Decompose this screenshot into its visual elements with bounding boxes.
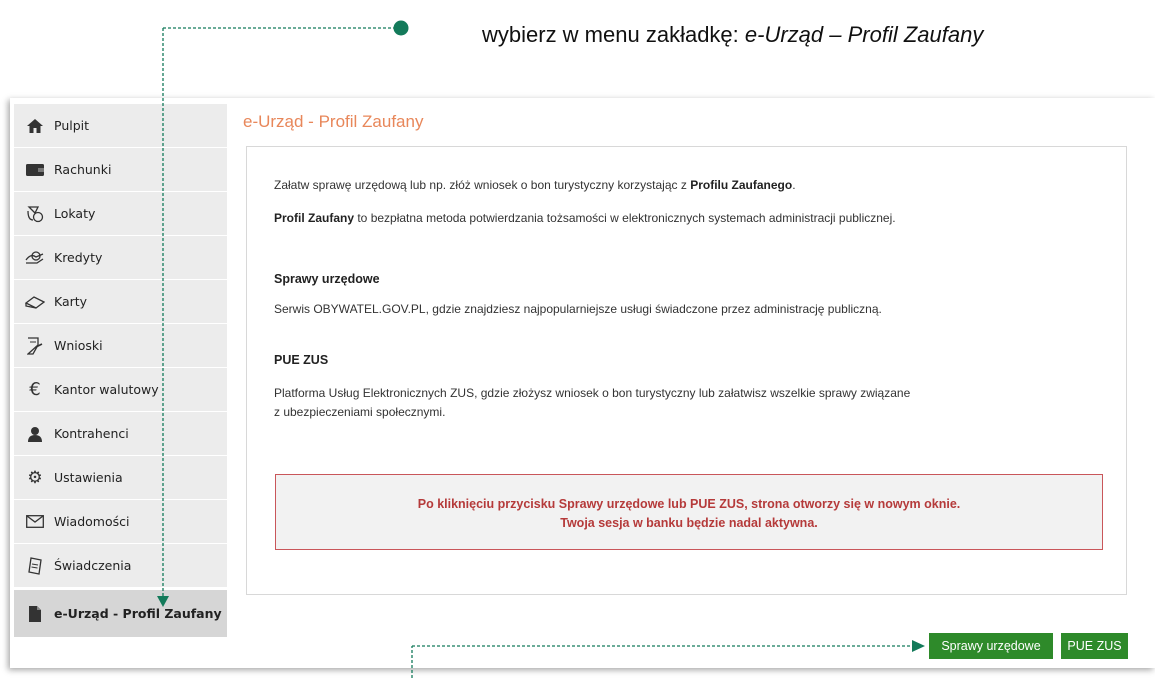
intro-2-text: to bezpłatna metoda potwierdzania tożsam… xyxy=(354,211,896,225)
sidebar-item-ustawienia[interactable]: ⚙ Ustawienia xyxy=(14,456,227,500)
sidebar-item-label: Wiadomości xyxy=(54,514,130,529)
sidebar-item-pulpit[interactable]: Pulpit xyxy=(14,104,227,148)
alert-line-1: Po kliknięciu przycisku Sprawy urzędowe … xyxy=(417,497,961,511)
envelope-icon xyxy=(24,514,46,530)
cards-icon xyxy=(24,294,46,310)
intro-1-text: Załatw sprawę urzędową lub np. złóż wnio… xyxy=(274,178,691,192)
home-icon xyxy=(24,118,46,134)
document-icon xyxy=(24,605,46,622)
instruction-prefix: wybierz w menu zakładkę: xyxy=(482,22,745,47)
section-text-pue-line1: Platforma Usług Elektronicznych ZUS, gdz… xyxy=(274,386,911,400)
intro-paragraph-1: Załatw sprawę urzędową lub np. złóż wnio… xyxy=(274,178,796,192)
pue-zus-button[interactable]: PUE ZUS xyxy=(1061,633,1128,659)
sidebar-item-lokaty[interactable]: Lokaty xyxy=(14,192,227,236)
sidebar-item-e-urzad[interactable]: e-Urząd - Profil Zaufany xyxy=(14,590,227,638)
info-alert: Po kliknięciu przycisku Sprawy urzędowe … xyxy=(275,474,1103,550)
intro-1-bold: Profilu Zaufanego xyxy=(690,178,793,192)
sidebar-item-label: Kredyty xyxy=(54,250,103,265)
section-text-sprawy: Serwis OBYWATEL.GOV.PL, gdzie znajdziesz… xyxy=(274,302,882,316)
sidebar-item-kontrahenci[interactable]: Kontrahenci xyxy=(14,412,227,456)
sidebar-item-label: Wnioski xyxy=(54,338,103,353)
instruction-text: wybierz w menu zakładkę: e-Urząd – Profi… xyxy=(482,22,983,48)
sidebar-item-label: e-Urząd - Profil Zaufany xyxy=(54,606,222,621)
sidebar-item-swiadczenia[interactable]: Świadczenia xyxy=(14,544,227,588)
alert-line-2: Twoja sesja w banku będzie nadal aktywna… xyxy=(560,516,818,530)
sidebar-item-label: Świadczenia xyxy=(54,558,132,573)
sidebar-item-kredyty[interactable]: Kredyty xyxy=(14,236,227,280)
sidebar-item-wnioski[interactable]: Wnioski xyxy=(14,324,227,368)
wallet-icon xyxy=(24,162,46,178)
page-title: e-Urząd - Profil Zaufany xyxy=(243,112,424,131)
gear-icon: ⚙ xyxy=(27,467,43,488)
euro-icon: € xyxy=(29,379,41,400)
sidebar-item-label: Kantor walutowy xyxy=(54,382,159,397)
deposit-icon xyxy=(24,205,46,222)
intro-2-bold: Profil Zaufany xyxy=(274,211,355,225)
sidebar-item-label: Kontrahenci xyxy=(54,426,129,441)
sidebar-item-rachunki[interactable]: Rachunki xyxy=(14,148,227,192)
section-text-pue-line2: z ubezpieczeniami społecznymi. xyxy=(274,405,446,419)
sidebar-item-label: Ustawienia xyxy=(54,470,123,485)
sidebar-item-label: Rachunki xyxy=(54,162,112,177)
intro-1-end: . xyxy=(792,178,796,192)
sidebar-item-kantor[interactable]: € Kantor walutowy xyxy=(14,368,227,412)
contacts-icon xyxy=(24,426,46,442)
section-heading-pue: PUE ZUS xyxy=(274,353,329,367)
intro-paragraph-2: Profil Zaufany to bezpłatna metoda potwi… xyxy=(274,211,896,225)
sidebar-item-label: Lokaty xyxy=(54,206,96,221)
content-panel: Załatw sprawę urzędową lub np. złóż wnio… xyxy=(246,146,1127,595)
benefits-icon xyxy=(24,556,46,575)
annotation-dot xyxy=(393,20,409,36)
sidebar-menu: Pulpit Rachunki Lokaty Kredyty Karty Wni… xyxy=(14,104,227,638)
sprawy-urzedowe-button[interactable]: Sprawy urzędowe xyxy=(929,633,1053,659)
loan-icon xyxy=(24,250,46,266)
sidebar-item-label: Karty xyxy=(54,294,88,309)
sidebar-item-label: Pulpit xyxy=(54,118,90,133)
section-heading-sprawy: Sprawy urzędowe xyxy=(274,272,380,286)
instruction-emphasis: e-Urząd – Profil Zaufany xyxy=(744,22,984,47)
forms-icon xyxy=(24,336,46,355)
sidebar-item-karty[interactable]: Karty xyxy=(14,280,227,324)
sidebar-item-wiadomosci[interactable]: Wiadomości xyxy=(14,500,227,544)
